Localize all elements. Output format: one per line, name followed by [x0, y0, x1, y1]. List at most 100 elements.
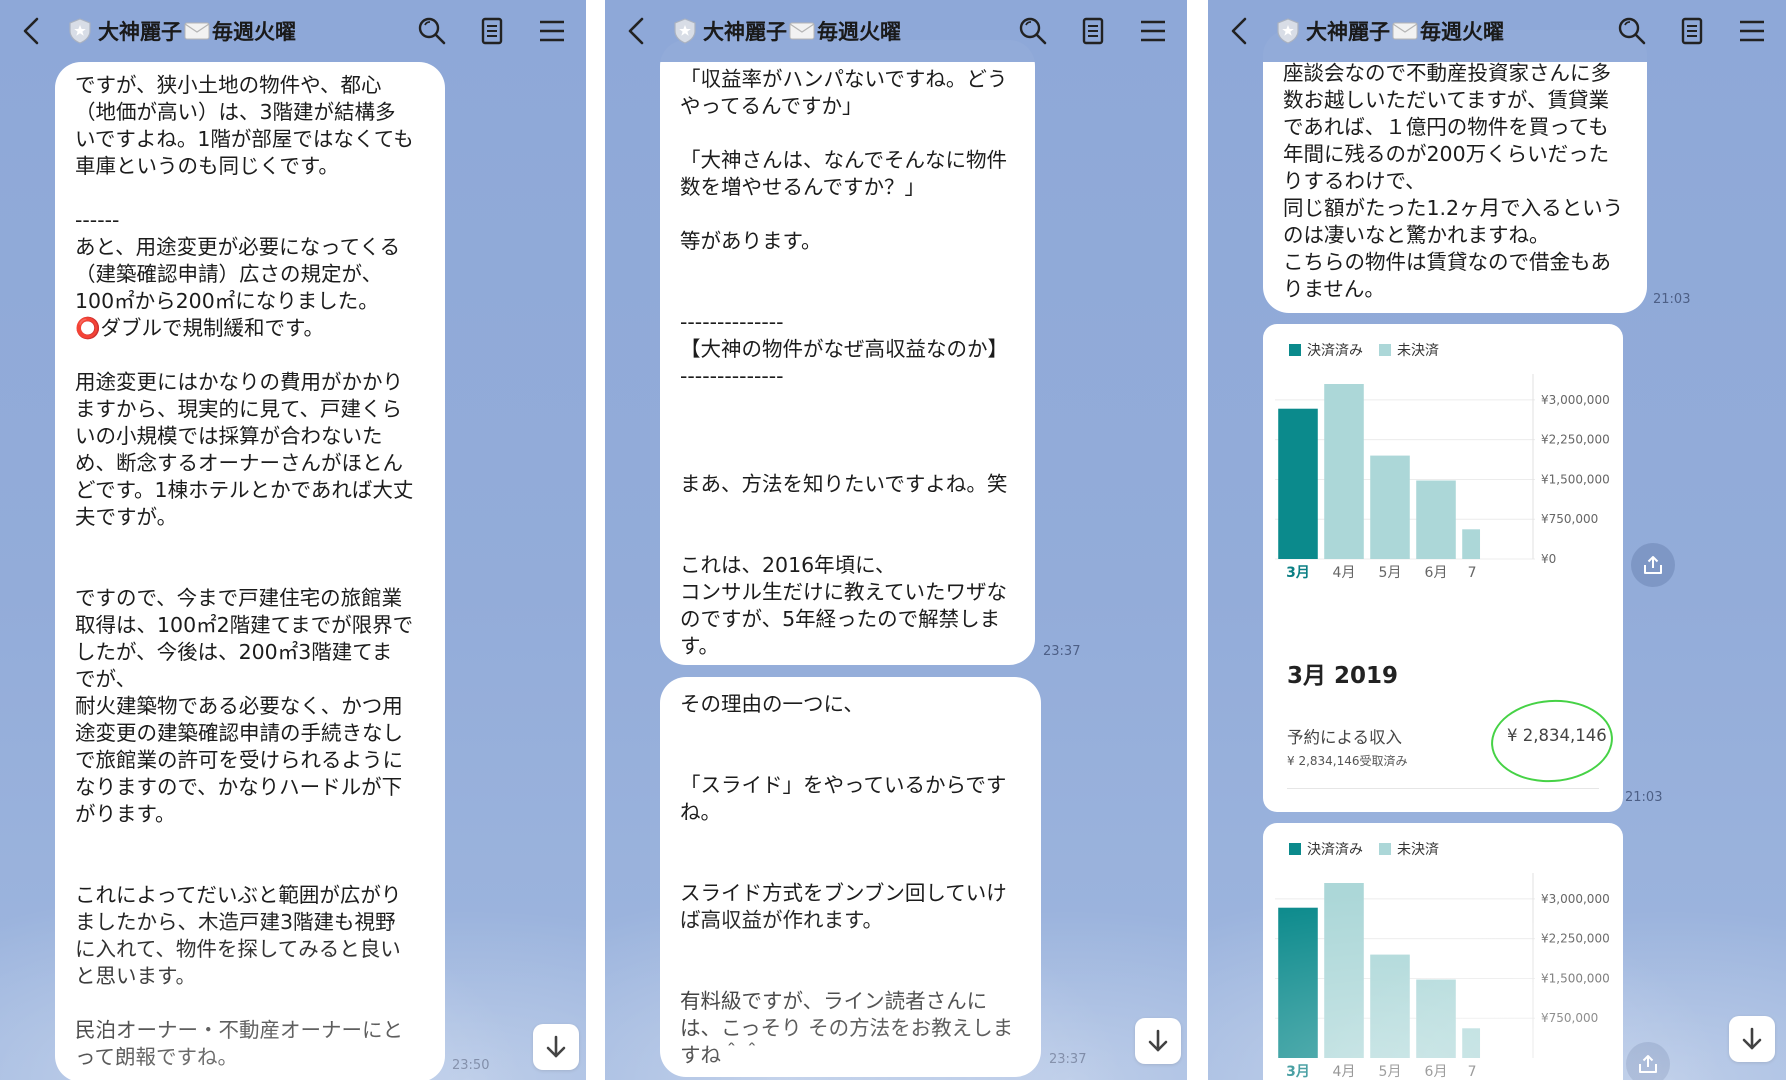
back-button[interactable]: [627, 11, 657, 51]
highlight-circle: [1488, 695, 1616, 787]
chevron-left-icon: [1231, 17, 1247, 45]
chat-title-schedule: 毎週火曜: [1420, 20, 1504, 44]
y-tick-label: ¥3,000,000: [1541, 393, 1610, 407]
legend-swatch: [1379, 344, 1391, 356]
message-bubble: 座談会なので不動産投資家さんに多 数お越しいただいてますが、賃貸業 であれば、１…: [1263, 30, 1647, 313]
income-label: 予約による収入: [1287, 728, 1403, 747]
menu-icon[interactable]: [1736, 15, 1768, 47]
chat-title-name: 大神麗子: [98, 20, 182, 44]
period-label: 3月 2019: [1287, 663, 1399, 689]
chat-title: 大神麗子 毎週火曜: [98, 16, 296, 46]
bar-unsettled[interactable]: [1370, 455, 1410, 559]
search-icon[interactable]: [416, 15, 448, 47]
legend-swatch: [1289, 344, 1301, 356]
envelope-icon: [1392, 22, 1418, 40]
x-tick-label[interactable]: 6月: [1425, 565, 1448, 581]
legend-item-settled: 決済済み: [1289, 340, 1363, 360]
chevron-left-icon: [23, 17, 39, 45]
message-time: 23:50: [452, 1058, 490, 1073]
chat-title: 大神麗子 毎週火曜: [703, 16, 901, 46]
bar-unsettled[interactable]: [1416, 480, 1456, 559]
bar-settled[interactable]: [1278, 408, 1318, 559]
search-icon[interactable]: [1017, 15, 1049, 47]
x-tick-label[interactable]: 4月: [1333, 565, 1356, 581]
legend-label: 未決済: [1397, 343, 1439, 359]
share-icon: [1639, 1055, 1657, 1073]
chat-panel-2: 大神麗子 毎週火曜 「収益率がハンパないですね。どう やってるんですか」 「大神…: [605, 0, 1187, 1080]
x-tick-label[interactable]: 6月: [1425, 1064, 1448, 1080]
revenue-bar-chart: ¥3,000,000 ¥2,250,000 ¥1,500,000 ¥750,000 ¥0…: [1275, 374, 1610, 581]
search-icon[interactable]: [1616, 15, 1648, 47]
message-time: 21:03: [1653, 292, 1691, 307]
revenue-card: 決済済み 未決済 ¥3,000,000 ¥2,250,000 ¥1,500,000 ¥…: [1263, 823, 1623, 1080]
notes-icon[interactable]: [1077, 15, 1109, 47]
x-tick-label[interactable]: 4月: [1333, 1064, 1356, 1080]
y-tick-label: ¥2,250,000: [1541, 433, 1610, 447]
chat-title: 大神麗子 毎週火曜: [1306, 16, 1504, 46]
arrow-down-icon: [1742, 1027, 1762, 1050]
notes-icon[interactable]: [1676, 15, 1708, 47]
x-tick-label[interactable]: 3月: [1286, 1064, 1310, 1080]
y-tick-label: ¥1,500,000: [1541, 472, 1610, 486]
envelope-icon: [184, 22, 210, 40]
legend-label: 未決済: [1397, 842, 1439, 858]
back-button[interactable]: [22, 11, 52, 51]
menu-icon[interactable]: [1137, 15, 1169, 47]
shield-icon: [69, 18, 91, 44]
message-time: 21:03: [1625, 790, 1663, 805]
scroll-to-bottom-button[interactable]: [1135, 1018, 1181, 1064]
y-tick-label: ¥750,000: [1541, 512, 1598, 526]
y-tick-label: ¥750,000: [1541, 1011, 1598, 1025]
y-tick-label: ¥2,250,000: [1541, 932, 1610, 946]
legend-item-unsettled: 未決済: [1379, 839, 1439, 859]
message-bubble: 「収益率がハンパないですね。どう やってるんですか」 「大神さんは、なんでそんな…: [660, 40, 1035, 665]
income-received: ¥ 2,834,146受取済み: [1287, 754, 1408, 768]
chat-panel-3: 大神麗子 毎週火曜 座談会なので不動産投資家さんに多 数お越しいただいてますが、…: [1208, 0, 1786, 1080]
bar-unsettled[interactable]: [1324, 384, 1364, 559]
chat-header: 大神麗子 毎週火曜: [1208, 0, 1786, 62]
legend-swatch: [1289, 843, 1301, 855]
bar-unsettled[interactable]: [1416, 979, 1456, 1058]
bar-unsettled[interactable]: [1370, 954, 1410, 1058]
legend-label: 決済済み: [1307, 343, 1363, 359]
message-time: 23:37: [1049, 1052, 1087, 1067]
legend-item-settled: 決済済み: [1289, 839, 1363, 859]
x-tick-label[interactable]: 7: [1468, 1064, 1477, 1080]
menu-icon[interactable]: [536, 15, 568, 47]
arrow-down-icon: [546, 1035, 566, 1058]
scroll-to-bottom-button[interactable]: [533, 1024, 579, 1070]
x-tick-label[interactable]: 3月: [1286, 565, 1310, 581]
y-tick-label: ¥1,500,000: [1541, 971, 1610, 985]
shield-icon: [674, 18, 696, 44]
chat-title-schedule: 毎週火曜: [817, 20, 901, 44]
bar-unsettled[interactable]: [1462, 529, 1481, 559]
message-time: 23:37: [1043, 644, 1081, 659]
chevron-left-icon: [628, 17, 644, 45]
bar-unsettled[interactable]: [1324, 883, 1364, 1058]
message-bubble: その理由の一つに、 「スライド」をやっているからです ね。 スライド方式をブンブ…: [660, 677, 1041, 1077]
chat-title-name: 大神麗子: [703, 20, 787, 44]
legend-label: 決済済み: [1307, 842, 1363, 858]
y-tick-label: ¥0: [1541, 552, 1556, 566]
x-tick-label[interactable]: 7: [1468, 565, 1477, 581]
y-tick-label: ¥3,000,000: [1541, 892, 1610, 906]
chat-title-schedule: 毎週火曜: [212, 20, 296, 44]
back-button[interactable]: [1230, 11, 1260, 51]
x-tick-label[interactable]: 5月: [1379, 1064, 1402, 1080]
envelope-icon: [789, 22, 815, 40]
chart-legend: 決済済み 未決済: [1289, 839, 1439, 859]
chat-title-name: 大神麗子: [1306, 20, 1390, 44]
legend-swatch: [1379, 843, 1391, 855]
revenue-card: 決済済み 未決済 ¥3,000,000 ¥2,250,000 ¥1,500,000 ¥…: [1263, 324, 1623, 812]
scroll-to-bottom-button[interactable]: [1729, 1016, 1775, 1062]
chart-legend: 決済済み 未決済: [1289, 340, 1439, 360]
bar-settled[interactable]: [1278, 907, 1318, 1058]
share-button[interactable]: [1626, 1042, 1670, 1080]
bar-unsettled[interactable]: [1462, 1028, 1481, 1058]
share-button[interactable]: [1631, 543, 1675, 587]
revenue-bar-chart: ¥3,000,000 ¥2,250,000 ¥1,500,000 ¥750,000 3月…: [1275, 873, 1610, 1080]
divider: [1287, 788, 1599, 789]
notes-icon[interactable]: [476, 15, 508, 47]
x-tick-label[interactable]: 5月: [1379, 565, 1402, 581]
arrow-down-icon: [1148, 1029, 1168, 1052]
